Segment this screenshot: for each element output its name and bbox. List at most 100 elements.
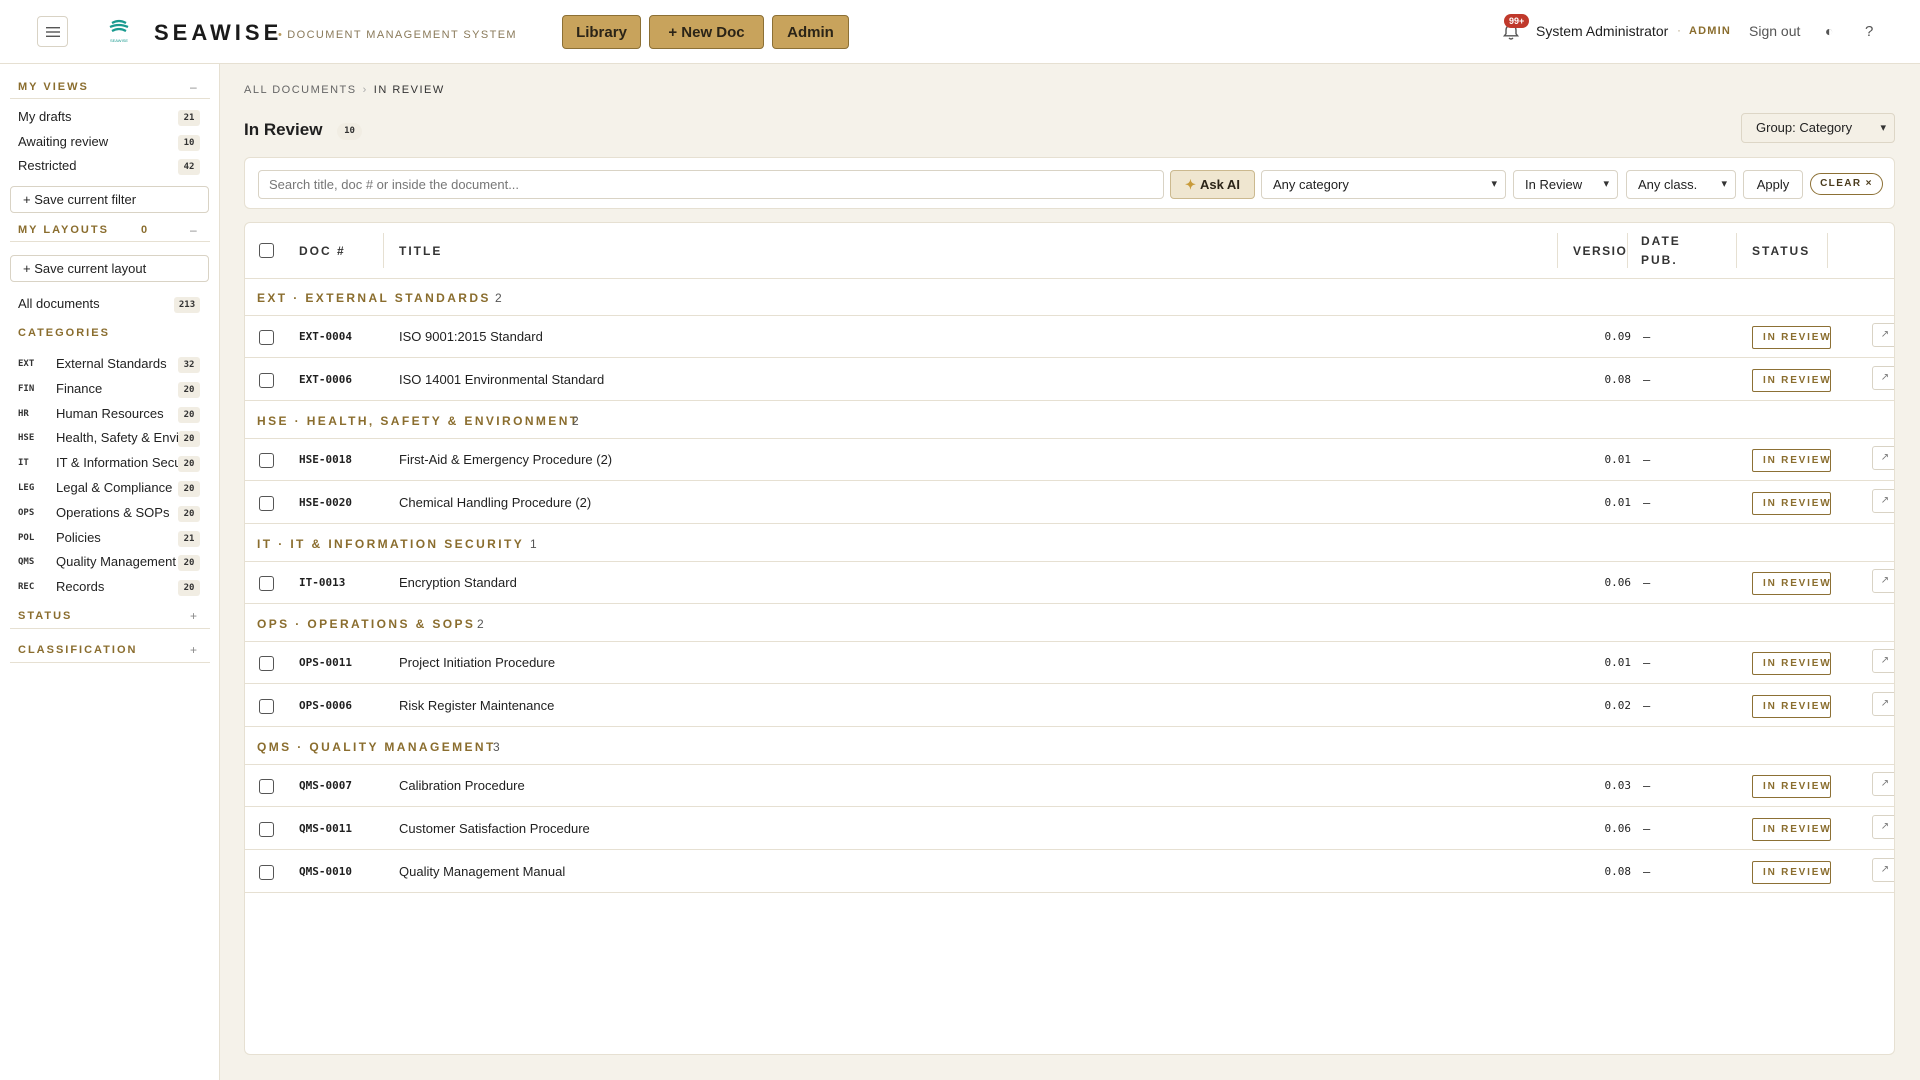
doc-title-link[interactable]: Risk Register Maintenance — [399, 698, 554, 713]
menu-toggle-button[interactable] — [37, 16, 68, 47]
doc-title-link[interactable]: Quality Management Manual — [399, 864, 565, 879]
doc-version: 0.01 — [1604, 656, 1632, 669]
sidebar: MY VIEWS – My drafts 21 Awaiting review … — [0, 64, 220, 1080]
view-awaiting-review[interactable]: Awaiting review — [18, 134, 108, 149]
group-row[interactable]: IT · IT & INFORMATION SECURITY 1 — [245, 525, 1894, 562]
brand-subtitle: • DOCUMENT MANAGEMENT SYSTEM — [278, 29, 517, 41]
open-document-button[interactable]: ↗ — [1872, 772, 1894, 796]
doc-date-published: – — [1643, 452, 1651, 467]
category-count: 32 — [178, 357, 200, 373]
save-filter-button[interactable]: + Save current filter — [10, 186, 209, 213]
table-row[interactable]: OPS-0006 Risk Register Maintenance 0.02– IN… — [245, 685, 1894, 727]
status-badge: IN REVIEW — [1752, 861, 1831, 884]
theme-toggle-icon[interactable]: ◐ — [1825, 23, 1833, 39]
doc-title-link[interactable]: Customer Satisfaction Procedure — [399, 821, 590, 836]
doc-title-link[interactable]: Encryption Standard — [399, 575, 517, 590]
open-document-button[interactable]: ↗ — [1872, 858, 1894, 882]
row-checkbox[interactable] — [259, 453, 274, 468]
status-filter-select[interactable]: In Review ▾ — [1513, 170, 1618, 199]
clear-filters-button[interactable]: CLEAR × — [1810, 173, 1883, 195]
group-row[interactable]: HSE · HEALTH, SAFETY & ENVIRONMENT 2 — [245, 402, 1894, 439]
table-row[interactable]: QMS-0007 Calibration Procedure 0.03– IN REV… — [245, 765, 1894, 807]
doc-title-link[interactable]: First-Aid & Emergency Procedure (2) — [399, 452, 612, 467]
categories-heading: CATEGORIES — [18, 327, 110, 339]
status-expand-button[interactable]: + — [190, 609, 197, 623]
doc-version: 0.08 — [1604, 865, 1632, 878]
open-document-button[interactable]: ↗ — [1872, 649, 1894, 673]
open-document-button[interactable]: ↗ — [1872, 692, 1894, 716]
external-link-icon: ↗ — [1880, 778, 1890, 789]
doc-title-link[interactable]: ISO 9001:2015 Standard — [399, 329, 543, 344]
my-layouts-collapse-button[interactable]: – — [190, 223, 197, 237]
group-row[interactable]: QMS · QUALITY MANAGEMENT 3 — [245, 728, 1894, 765]
library-button[interactable]: Library — [562, 15, 641, 49]
doc-title-link[interactable]: Calibration Procedure — [399, 778, 525, 793]
my-layouts-count: 0 — [141, 224, 150, 236]
column-divider — [1827, 233, 1828, 268]
open-document-button[interactable]: ↗ — [1872, 489, 1894, 513]
open-document-button[interactable]: ↗ — [1872, 569, 1894, 593]
sign-out-link[interactable]: Sign out — [1749, 23, 1800, 39]
group-row[interactable]: EXT · EXTERNAL STANDARDS 2 — [245, 279, 1894, 316]
search-input[interactable]: Search title, doc # or inside the docume… — [258, 170, 1164, 199]
row-checkbox[interactable] — [259, 822, 274, 837]
breadcrumb-root[interactable]: ALL DOCUMENTS — [244, 84, 357, 96]
external-link-icon: ↗ — [1880, 372, 1890, 383]
all-documents-link[interactable]: All documents — [18, 296, 100, 311]
doc-number: HSE-0020 — [299, 496, 352, 509]
column-header-doc-num[interactable]: DOC # — [299, 223, 346, 278]
open-document-button[interactable]: ↗ — [1872, 815, 1894, 839]
category-filter-select[interactable]: Any category ▾ — [1261, 170, 1506, 199]
apply-button[interactable]: Apply — [1743, 170, 1803, 199]
table-row[interactable]: IT-0013 Encryption Standard 0.06– IN REVIEW… — [245, 562, 1894, 604]
row-checkbox[interactable] — [259, 779, 274, 794]
table-row[interactable]: OPS-0011 Project Initiation Procedure 0.01… — [245, 642, 1894, 684]
table-row[interactable]: QMS-0011 Customer Satisfaction Procedure 0… — [245, 808, 1894, 850]
help-icon[interactable]: ? — [1865, 23, 1873, 40]
column-header-version[interactable]: VERSIO — [1573, 223, 1629, 278]
status-badge: IN REVIEW — [1752, 572, 1831, 595]
page-title: In Review — [244, 120, 323, 139]
category-code: OPS — [18, 508, 35, 518]
doc-number: QMS-0007 — [299, 779, 352, 792]
row-checkbox[interactable] — [259, 865, 274, 880]
column-header-status[interactable]: STATUS — [1752, 223, 1810, 278]
table-row[interactable]: HSE-0018 First-Aid & Emergency Procedure … — [245, 439, 1894, 481]
row-checkbox[interactable] — [259, 330, 274, 345]
column-header-date-published[interactable]: DATE PUB. — [1641, 223, 1681, 278]
category-label: Records — [56, 579, 105, 594]
doc-title-link[interactable]: Chemical Handling Procedure (2) — [399, 495, 591, 510]
view-my-drafts[interactable]: My drafts — [18, 109, 71, 124]
view-restricted[interactable]: Restricted — [18, 158, 77, 173]
my-views-collapse-button[interactable]: – — [190, 80, 197, 94]
classification-filter-select[interactable]: Any class. ▾ — [1626, 170, 1736, 199]
doc-title-link[interactable]: ISO 14001 Environmental Standard — [399, 372, 604, 387]
column-header-title[interactable]: TITLE — [399, 223, 442, 278]
save-layout-button[interactable]: + Save current layout — [10, 255, 209, 282]
row-checkbox[interactable] — [259, 699, 274, 714]
table-row[interactable]: EXT-0004 ISO 9001:2015 Standard 0.09– IN RE… — [245, 316, 1894, 358]
row-checkbox[interactable] — [259, 656, 274, 671]
ask-ai-label: Ask AI — [1199, 177, 1240, 192]
table-row[interactable]: QMS-0010 Quality Management Manual 0.08– IN… — [245, 851, 1894, 893]
admin-button[interactable]: Admin — [772, 15, 849, 49]
doc-title-link[interactable]: Project Initiation Procedure — [399, 655, 555, 670]
seawise-logo[interactable]: SEAWISE — [104, 18, 134, 44]
classification-expand-button[interactable]: + — [190, 643, 197, 657]
group-by-select[interactable]: Group: Category ▾ — [1741, 113, 1895, 143]
ask-ai-button[interactable]: ✦ Ask AI — [1170, 170, 1255, 199]
row-checkbox[interactable] — [259, 373, 274, 388]
category-count: 21 — [178, 531, 200, 547]
row-checkbox[interactable] — [259, 496, 274, 511]
status-badge: IN REVIEW — [1752, 652, 1831, 675]
new-doc-button[interactable]: + New Doc — [649, 15, 764, 49]
open-document-button[interactable]: ↗ — [1872, 323, 1894, 347]
open-document-button[interactable]: ↗ — [1872, 446, 1894, 470]
group-row[interactable]: OPS · OPERATIONS & SOPS 2 — [245, 605, 1894, 642]
open-document-button[interactable]: ↗ — [1872, 366, 1894, 390]
table-row[interactable]: EXT-0006 ISO 14001 Environmental Standard… — [245, 359, 1894, 401]
select-all-checkbox[interactable] — [259, 243, 274, 258]
user-name[interactable]: System Administrator — [1536, 23, 1668, 39]
row-checkbox[interactable] — [259, 576, 274, 591]
table-row[interactable]: HSE-0020 Chemical Handling Procedure (2) 0… — [245, 482, 1894, 524]
